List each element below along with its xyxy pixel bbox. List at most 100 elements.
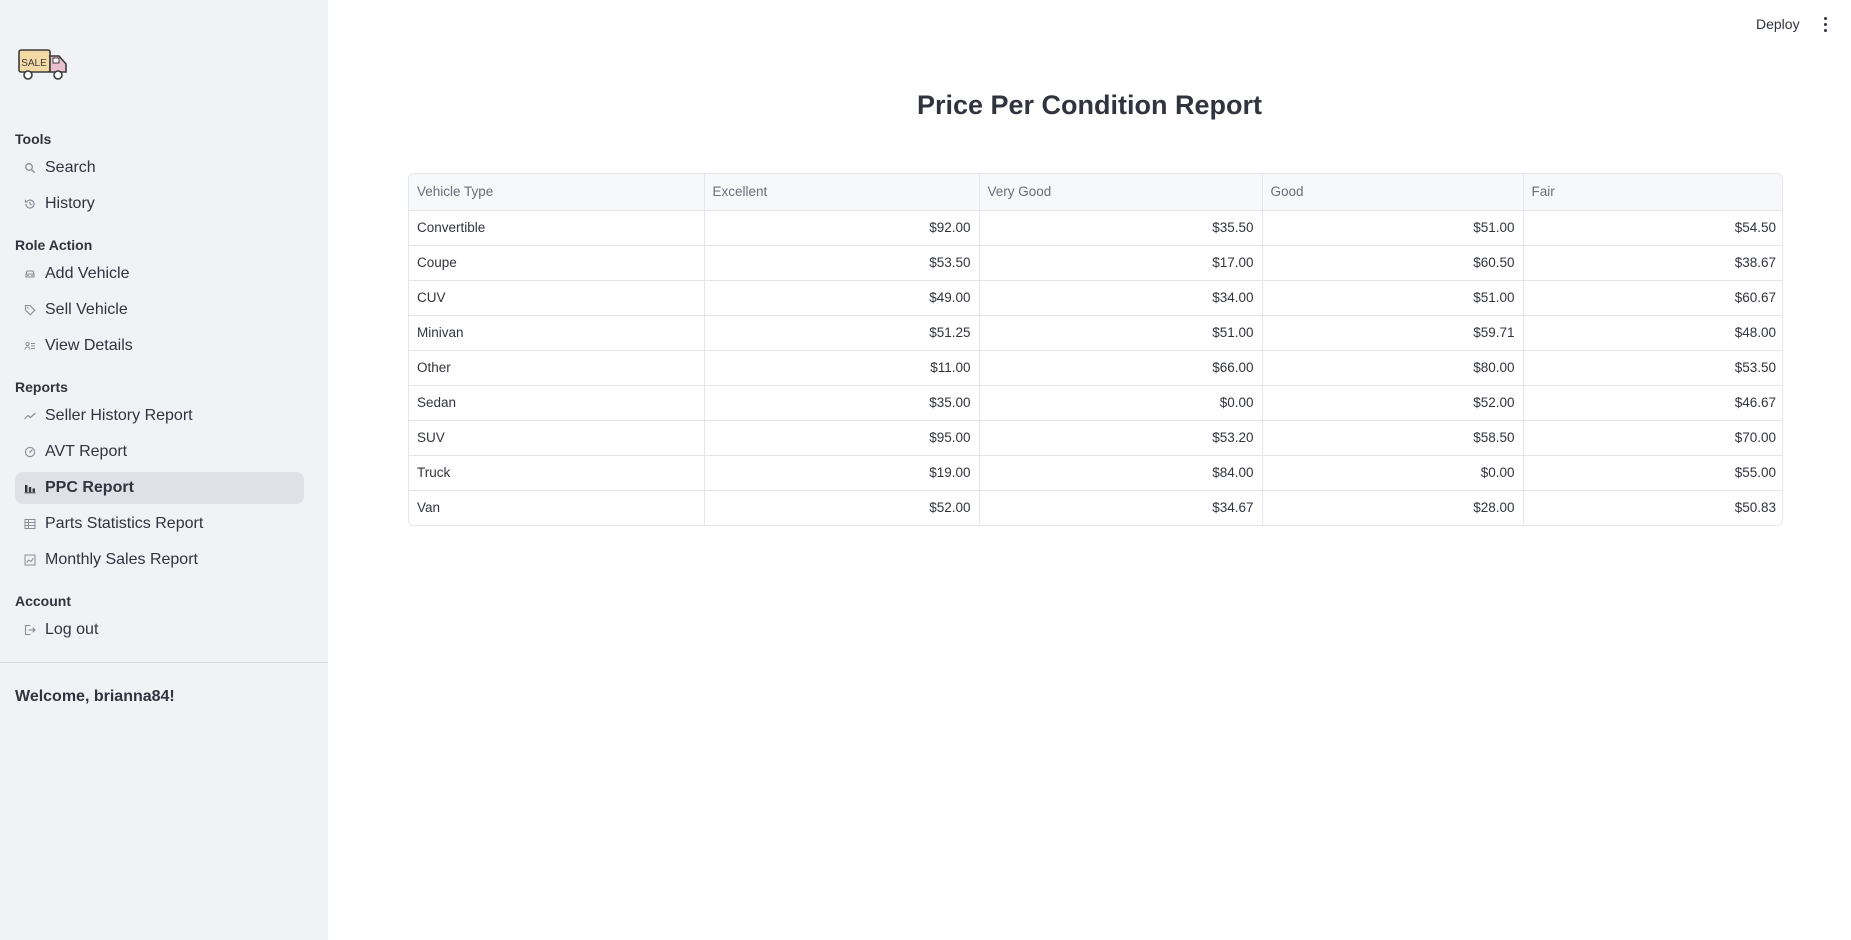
table-cell[interactable]: Convertible [409, 210, 705, 246]
table-cell[interactable]: $51.00 [1262, 280, 1524, 316]
table-cell[interactable]: Minivan [409, 315, 705, 351]
table-cell[interactable]: $84.00 [979, 455, 1263, 491]
sidebar-item-label: Parts Statistics Report [45, 515, 204, 532]
table-row: Truck $19.00 $84.00 $0.00 $55.00 [409, 455, 1782, 491]
sidebar-item-avt-report[interactable]: AVT Report [15, 436, 304, 468]
sidebar-item-label: View Details [45, 337, 133, 354]
column-header-excellent[interactable]: Excellent [704, 174, 980, 211]
table-cell[interactable]: $52.00 [704, 490, 980, 525]
table-cell[interactable]: Other [409, 350, 705, 386]
table-header-row: Vehicle Type Excellent Very Good Good Fa… [409, 174, 1782, 211]
sidebar-item-label: Search [45, 159, 96, 176]
sidebar-item-parts-statistics-report[interactable]: Parts Statistics Report [15, 508, 304, 540]
sidebar-item-monthly-sales-report[interactable]: Monthly Sales Report [15, 544, 304, 576]
table-cell[interactable]: $28.00 [1262, 490, 1524, 525]
column-header-good[interactable]: Good [1262, 174, 1524, 211]
car-icon [24, 268, 36, 280]
table-row: Convertible $92.00 $35.50 $51.00 $54.50 [409, 210, 1782, 246]
table-cell[interactable]: $92.00 [704, 210, 980, 246]
sidebar-item-label: Sell Vehicle [45, 301, 128, 318]
table-cell[interactable]: $54.50 [1523, 210, 1782, 246]
table-cell[interactable]: $49.00 [704, 280, 980, 316]
sidebar-item-history[interactable]: History [15, 188, 304, 220]
table-cell[interactable]: CUV [409, 280, 705, 316]
table-row: Coupe $53.50 $17.00 $60.50 $38.67 [409, 245, 1782, 281]
sidebar-item-ppc-report[interactable]: PPC Report [15, 472, 304, 504]
sidebar: SALE Tools Search History Role Action Ad… [0, 0, 328, 940]
table-cell[interactable]: $34.67 [979, 490, 1263, 525]
sidebar-item-label: Add Vehicle [45, 265, 130, 282]
sidebar-item-log-out[interactable]: Log out [15, 614, 304, 646]
sidebar-item-add-vehicle[interactable]: Add Vehicle [15, 258, 304, 290]
table-cell[interactable]: $95.00 [704, 420, 980, 456]
table-cell[interactable]: SUV [409, 420, 705, 456]
table-cell[interactable]: $55.00 [1523, 455, 1782, 491]
page-title: Price Per Condition Report [916, 90, 1263, 120]
table-cell[interactable]: $35.00 [704, 385, 980, 421]
table-cell[interactable]: $53.50 [1523, 350, 1782, 386]
more-options-icon[interactable] [1818, 12, 1832, 36]
table-cell[interactable]: $51.00 [1262, 210, 1524, 246]
table-cell[interactable]: $53.20 [979, 420, 1263, 456]
sidebar-nav: Tools Search History Role Action Add Veh… [15, 118, 304, 650]
sidebar-item-sell-vehicle[interactable]: Sell Vehicle [15, 294, 304, 326]
table-cell[interactable]: Coupe [409, 245, 705, 281]
details-icon [24, 340, 36, 352]
history-icon [24, 198, 36, 210]
sidebar-item-label: PPC Report [45, 479, 134, 496]
tag-icon [24, 304, 36, 316]
table-cell[interactable]: $0.00 [979, 385, 1263, 421]
sidebar-item-view-details[interactable]: View Details [15, 330, 304, 362]
column-header-fair[interactable]: Fair [1523, 174, 1782, 211]
table-cell[interactable]: $50.83 [1523, 490, 1782, 525]
table-icon [24, 518, 36, 530]
table-row: Minivan $51.25 $51.00 $59.71 $48.00 [409, 315, 1782, 351]
table-cell[interactable]: $70.00 [1523, 420, 1782, 456]
table-cell[interactable]: $60.50 [1262, 245, 1524, 281]
table-cell[interactable]: $34.00 [979, 280, 1263, 316]
table-cell[interactable]: Sedan [409, 385, 705, 421]
sidebar-item-label: AVT Report [45, 443, 128, 460]
sale-truck-logo: SALE [18, 44, 70, 84]
table-cell[interactable]: $59.71 [1262, 315, 1524, 351]
table-cell[interactable]: $52.00 [1262, 385, 1524, 421]
table-row: CUV $49.00 $34.00 $51.00 $60.67 [409, 280, 1782, 316]
chart-box-icon [24, 554, 36, 566]
sidebar-item-seller-history-report[interactable]: Seller History Report [15, 400, 304, 432]
table-cell[interactable]: $60.67 [1523, 280, 1782, 316]
table-cell[interactable]: $0.00 [1262, 455, 1524, 491]
table-cell[interactable]: $58.50 [1262, 420, 1524, 456]
sidebar-item-search[interactable]: Search [15, 152, 304, 184]
table-row: Van $52.00 $34.67 $28.00 $50.83 [409, 490, 1782, 525]
table-row: SUV $95.00 $53.20 $58.50 $70.00 [409, 420, 1782, 456]
section-title-account: Account [15, 593, 71, 609]
column-header-very-good[interactable]: Very Good [979, 174, 1263, 211]
table-cell[interactable]: Truck [409, 455, 705, 491]
column-header-vehicle-type[interactable]: Vehicle Type [409, 174, 705, 211]
sidebar-item-label: Log out [45, 621, 99, 638]
welcome-message: Welcome, brianna84! [15, 688, 175, 705]
sidebar-divider [0, 662, 328, 663]
section-title-reports: Reports [15, 379, 68, 395]
table-cell[interactable]: $17.00 [979, 245, 1263, 281]
table-cell[interactable]: $11.00 [704, 350, 980, 386]
report-table: Vehicle Type Excellent Very Good Good Fa… [408, 173, 1783, 526]
table-cell[interactable]: $51.25 [704, 315, 980, 351]
section-title-role-action: Role Action [15, 237, 93, 253]
table-cell[interactable]: $53.50 [704, 245, 980, 281]
table-cell[interactable]: $46.67 [1523, 385, 1782, 421]
table-cell[interactable]: $35.50 [979, 210, 1263, 246]
deploy-button[interactable]: Deploy [1748, 12, 1808, 36]
table-cell[interactable]: $19.00 [704, 455, 980, 491]
table-cell[interactable]: $51.00 [979, 315, 1263, 351]
section-title-tools: Tools [15, 131, 52, 147]
table-cell[interactable]: $48.00 [1523, 315, 1782, 351]
trend-icon [24, 410, 36, 422]
table-cell[interactable]: $66.00 [979, 350, 1263, 386]
table-cell[interactable]: $80.00 [1262, 350, 1524, 386]
table-cell[interactable]: Van [409, 490, 705, 525]
search-icon [24, 162, 36, 174]
logout-icon [24, 624, 36, 636]
bar-chart-icon [24, 482, 36, 494]
table-cell[interactable]: $38.67 [1523, 245, 1782, 281]
